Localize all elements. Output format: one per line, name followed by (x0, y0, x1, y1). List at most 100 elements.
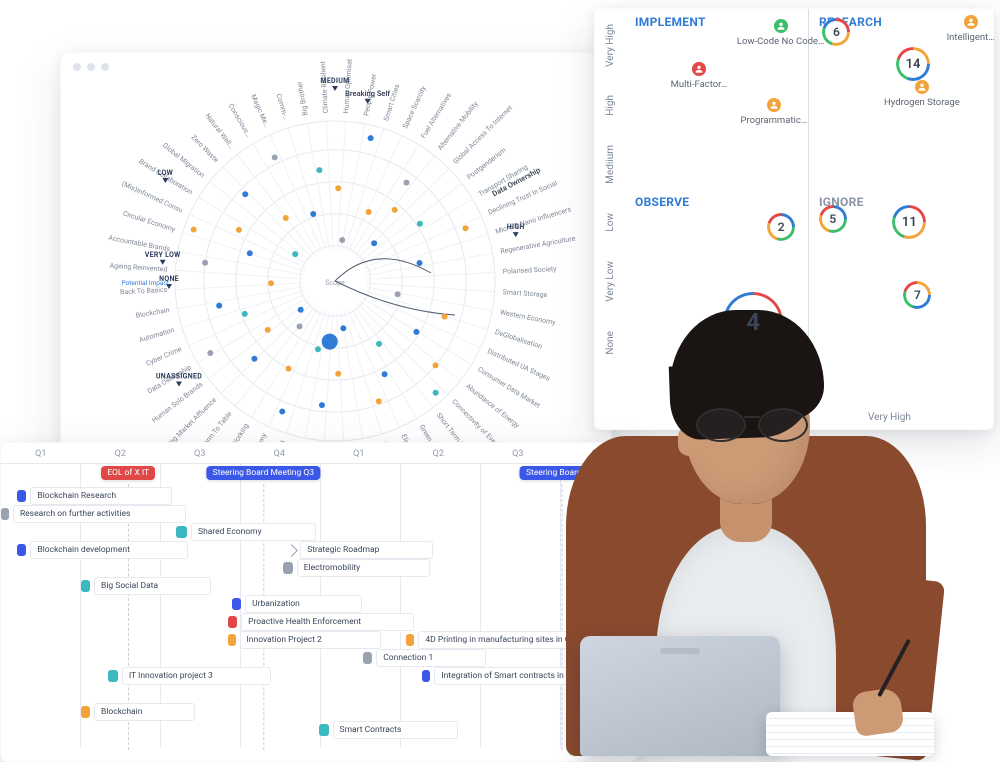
roadmap-task[interactable]: Electromobility (283, 560, 430, 576)
task-bar (232, 598, 242, 610)
roadmap-side-label: Innovation (0, 632, 1, 645)
svg-text:VERY LOW: VERY LOW (145, 251, 181, 259)
matrix-y-axis: Very High High Mediium Low Very Low None (595, 9, 625, 369)
svg-text:Climate Resilient Design: Climate Resilient Design (318, 59, 330, 113)
roadmap-task[interactable]: Innovation Project 2 (228, 632, 381, 648)
arrow-icon (285, 544, 298, 557)
roadmap-col: Q2 (81, 443, 161, 463)
task-bar (228, 616, 238, 628)
task-bar (283, 562, 293, 574)
task-bar (81, 706, 91, 718)
roadmap-col: Q4 (240, 443, 320, 463)
task-label: Proactive Health Enforcement (241, 613, 414, 631)
task-bar (228, 634, 236, 646)
task-bar (17, 490, 27, 502)
task-label: Research on further activities (13, 505, 186, 523)
composite-stage: Big BrotherClimate Resilient DesignHuman… (0, 0, 1000, 762)
svg-text:Big Brother: Big Brother (296, 80, 310, 116)
svg-text:Back To Basics: Back To Basics (120, 286, 168, 297)
svg-text:DeGlobalisation: DeGlobalisation (494, 328, 543, 351)
task-label: Shared Economy (191, 523, 316, 541)
pin-label: Multi-Factor… (671, 79, 728, 90)
roadmap-task[interactable]: Integration of Smart contracts in Leasin… (422, 668, 638, 684)
roadmap-col: Q3 (478, 443, 558, 463)
roadmap-task[interactable]: IT Innovation project 3 (108, 668, 271, 684)
task-label: IT Innovation project 3 (122, 667, 271, 685)
matrix-panel: Very High High Mediium Low Very Low None… (594, 8, 994, 430)
task-label: Smart Contracts (333, 721, 458, 739)
pen-icon (877, 639, 911, 697)
roadmap-task[interactable]: Blockchain Research (17, 488, 172, 504)
task-label: Blockchain (94, 703, 195, 721)
svg-text:Breaking Self: Breaking Self (345, 89, 390, 98)
task-label: Blockchain Research (30, 487, 171, 505)
roadmap-task[interactable]: Research on further activities (1, 506, 186, 522)
roadmap-task[interactable]: Blockchain development (17, 542, 188, 558)
svg-text:Global Access To Internet: Global Access To Internet (452, 104, 515, 166)
radar-chart[interactable]: Big BrotherClimate Resilient DesignHuman… (75, 59, 595, 479)
roadmap-task[interactable]: Blockchain (81, 704, 196, 720)
matrix-badge[interactable]: 2 (767, 213, 795, 241)
task-bar (406, 634, 414, 646)
svg-text:Polarised Society: Polarised Society (503, 265, 558, 276)
svg-text:Blockchain: Blockchain (135, 306, 170, 320)
person-icon (774, 19, 788, 33)
task-label: Integration of Smart contracts in Leasin… (434, 667, 638, 685)
matrix-pin[interactable]: Low-Code No Code… (737, 19, 825, 47)
matrix-badge[interactable]: 5 (819, 205, 847, 233)
matrix-pin[interactable]: Programmatic… (741, 98, 808, 126)
svg-text:Potential Impact: Potential Impact (121, 279, 169, 287)
task-bar (176, 526, 187, 538)
milestone[interactable]: EOL of X IT (101, 466, 155, 480)
svg-text:Zero Waste: Zero Waste (189, 133, 220, 164)
svg-text:Space Scarcity: Space Scarcity (401, 84, 428, 130)
person-icon (915, 80, 929, 94)
matrix-pin[interactable]: Multi-Factor… (671, 62, 728, 90)
person-icon (964, 15, 978, 29)
task-bar (108, 670, 118, 682)
roadmap-panel: Q1Q2Q3Q4Q1Q2Q3Q4 EOL of X ITSteering Boa… (0, 442, 638, 762)
roadmap-task[interactable]: Strategic Roadmap (287, 542, 433, 558)
roadmap-task[interactable]: Shared Economy (176, 524, 316, 540)
milestone[interactable]: Steering Board M… (520, 466, 603, 480)
svg-text:Magic Me…: Magic Me… (249, 93, 271, 129)
roadmap-col: Q4 (558, 443, 638, 463)
radar-panel: Big BrotherClimate Resilient DesignHuman… (60, 52, 612, 484)
roadmap-task[interactable]: Urbanization (232, 596, 363, 612)
roadmap-body[interactable]: EOL of X IT Steering Board Meeting Q3 Stee… (1, 464, 637, 748)
pin-label: Programmatic… (741, 115, 808, 126)
task-bar (422, 670, 430, 682)
matrix-badge[interactable]: 4 (723, 292, 783, 352)
task-bar (363, 652, 373, 664)
task-label: 4D Printing in manufacturing sites in Ch… (418, 631, 638, 649)
task-label: Innovation Project 2 (240, 631, 381, 649)
svg-text:LOW: LOW (158, 169, 174, 177)
milestone-label: Steering Board Meeting Q3 (207, 466, 320, 480)
svg-text:HIGH: HIGH (507, 223, 525, 231)
matrix-x-axis: High Very High (625, 412, 985, 423)
person-icon (692, 62, 706, 76)
task-label: Electromobility (297, 559, 430, 577)
task-label: Urbanization (245, 595, 362, 613)
matrix-pin[interactable]: Intelligent… (947, 15, 995, 43)
svg-text:Natural Well…: Natural Well… (203, 112, 235, 151)
pin-label: Intelligent… (947, 32, 995, 43)
milestone[interactable]: Steering Board Meeting Q3 (207, 466, 320, 480)
milestone-label: Steering Board M… (520, 466, 603, 480)
roadmap-task[interactable]: Connection 1 (363, 650, 486, 666)
matrix-pin[interactable]: Hydrogen Storage (884, 80, 960, 108)
task-bar (319, 724, 329, 736)
roadmap-col: Q1 (1, 443, 81, 463)
roadmap-task[interactable]: 4D Printing in manufacturing sites in Ch… (406, 632, 638, 648)
svg-text:UNASSIGNED: UNASSIGNED (156, 373, 202, 381)
roadmap-task[interactable]: Big Social Data (81, 578, 212, 594)
roadmap-col: Q3 (160, 443, 240, 463)
matrix-badge[interactable]: 14 (896, 47, 930, 81)
roadmap-task[interactable]: Smart Contracts (319, 722, 458, 738)
task-label: Strategic Roadmap (300, 541, 433, 559)
task-bar (81, 580, 91, 592)
milestone-label: EOL of X IT (101, 466, 155, 480)
person-icon (767, 98, 781, 112)
svg-text:Circular Economy: Circular Economy (122, 209, 177, 233)
roadmap-task[interactable]: Proactive Health Enforcement (228, 614, 415, 630)
